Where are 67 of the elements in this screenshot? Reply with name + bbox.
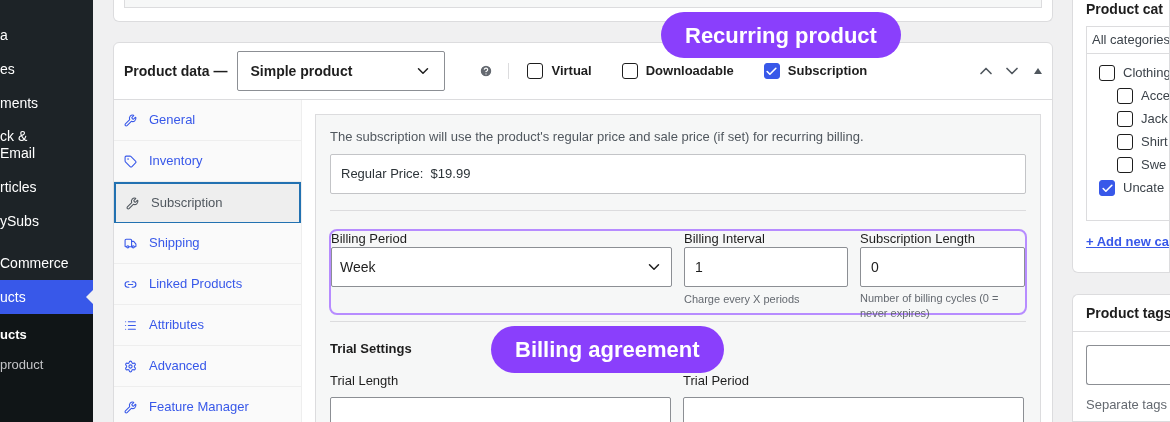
menu-item[interactable]: a <box>0 18 93 52</box>
wrench-icon <box>124 400 137 414</box>
product-tab[interactable]: Attributes <box>114 305 301 346</box>
category-label: Uncate <box>1123 179 1165 198</box>
price-summary: Regular Price: $19.99 <box>330 154 1026 194</box>
field-label: Subscription Length <box>860 230 976 246</box>
product-tab[interactable]: Subscription <box>114 182 301 223</box>
billing-period-select[interactable]: Week <box>331 247 672 287</box>
section-title: Trial Settings <box>330 340 412 358</box>
checkbox-label: Virtual <box>551 62 592 81</box>
tags-help: Separate tags <box>1086 396 1168 414</box>
checkbox[interactable] <box>1099 65 1115 81</box>
product-type-select[interactable]: Simple product <box>237 51 446 91</box>
tags-field[interactable] <box>1086 345 1170 385</box>
menu-item[interactable]: Commerce <box>0 246 93 280</box>
pricing-note: The subscription will use the product's regular price and sale price (if set) for recurring billing. <box>330 129 865 145</box>
checkbox[interactable] <box>1117 134 1133 150</box>
checkbox[interactable] <box>1099 180 1115 196</box>
category-label: Swe <box>1141 156 1167 175</box>
menu-item[interactable]: ck & Email <box>0 120 93 170</box>
wrench-icon <box>126 196 139 210</box>
trial-length-field[interactable] <box>330 397 671 422</box>
category-label: Clothing <box>1123 64 1169 83</box>
submenu-item[interactable]: product <box>0 349 93 379</box>
truck-icon <box>124 236 137 250</box>
field-help: Charge every X periods <box>684 292 801 307</box>
field-label: Billing Period <box>331 230 408 246</box>
menu-item[interactable]: ments <box>0 86 93 120</box>
panel-title: Product cat <box>1086 1 1163 18</box>
checkbox[interactable] <box>527 63 544 79</box>
checkbox[interactable] <box>1117 88 1133 104</box>
checkbox[interactable] <box>1117 157 1133 173</box>
category-tab[interactable]: All categories <box>1087 27 1169 54</box>
category-label: Jack <box>1141 110 1168 129</box>
field-label: Trial Length <box>330 371 400 390</box>
checkbox-label: Downloadable <box>645 62 734 81</box>
checkbox[interactable] <box>763 63 780 79</box>
gear-icon <box>124 359 137 373</box>
field-label: Billing Interval <box>684 230 766 246</box>
wrench-icon <box>124 113 137 127</box>
menu-item[interactable]: es <box>0 52 93 86</box>
menu-item[interactable]: rticles <box>0 170 93 204</box>
menu-item[interactable]: ySubs <box>0 204 93 238</box>
callout-badge: Recurring product <box>661 12 901 58</box>
category-label: Shirt <box>1141 133 1168 152</box>
list-icon <box>124 318 137 332</box>
tag-icon <box>124 154 137 168</box>
trial-period-select[interactable] <box>683 397 1024 422</box>
help-icon[interactable] <box>479 64 494 78</box>
billing-interval-field[interactable]: 1 <box>684 247 848 287</box>
collapse-icon[interactable] <box>1034 68 1042 74</box>
add-category-link[interactable]: + Add new ca <box>1086 232 1169 252</box>
product-tab[interactable]: General <box>114 100 301 141</box>
product-tab[interactable]: Feature Manager <box>114 387 301 422</box>
subscription-length-field[interactable]: 0 <box>860 247 1025 287</box>
checkbox[interactable] <box>1117 111 1133 127</box>
product-tab[interactable]: Advanced <box>114 346 301 387</box>
product-tab[interactable]: Shipping <box>114 223 301 264</box>
menu-item[interactable]: ucts <box>0 280 93 314</box>
panel-title: Product data — <box>124 61 228 81</box>
checkbox-label: Subscription <box>787 62 868 81</box>
callout-badge: Billing agreement <box>491 326 724 373</box>
submenu-item[interactable]: ucts <box>0 320 93 350</box>
product-tab[interactable]: Linked Products <box>114 264 301 305</box>
checkbox[interactable] <box>621 63 638 79</box>
category-label: Acce <box>1141 87 1169 106</box>
field-label: Trial Period <box>683 371 750 390</box>
